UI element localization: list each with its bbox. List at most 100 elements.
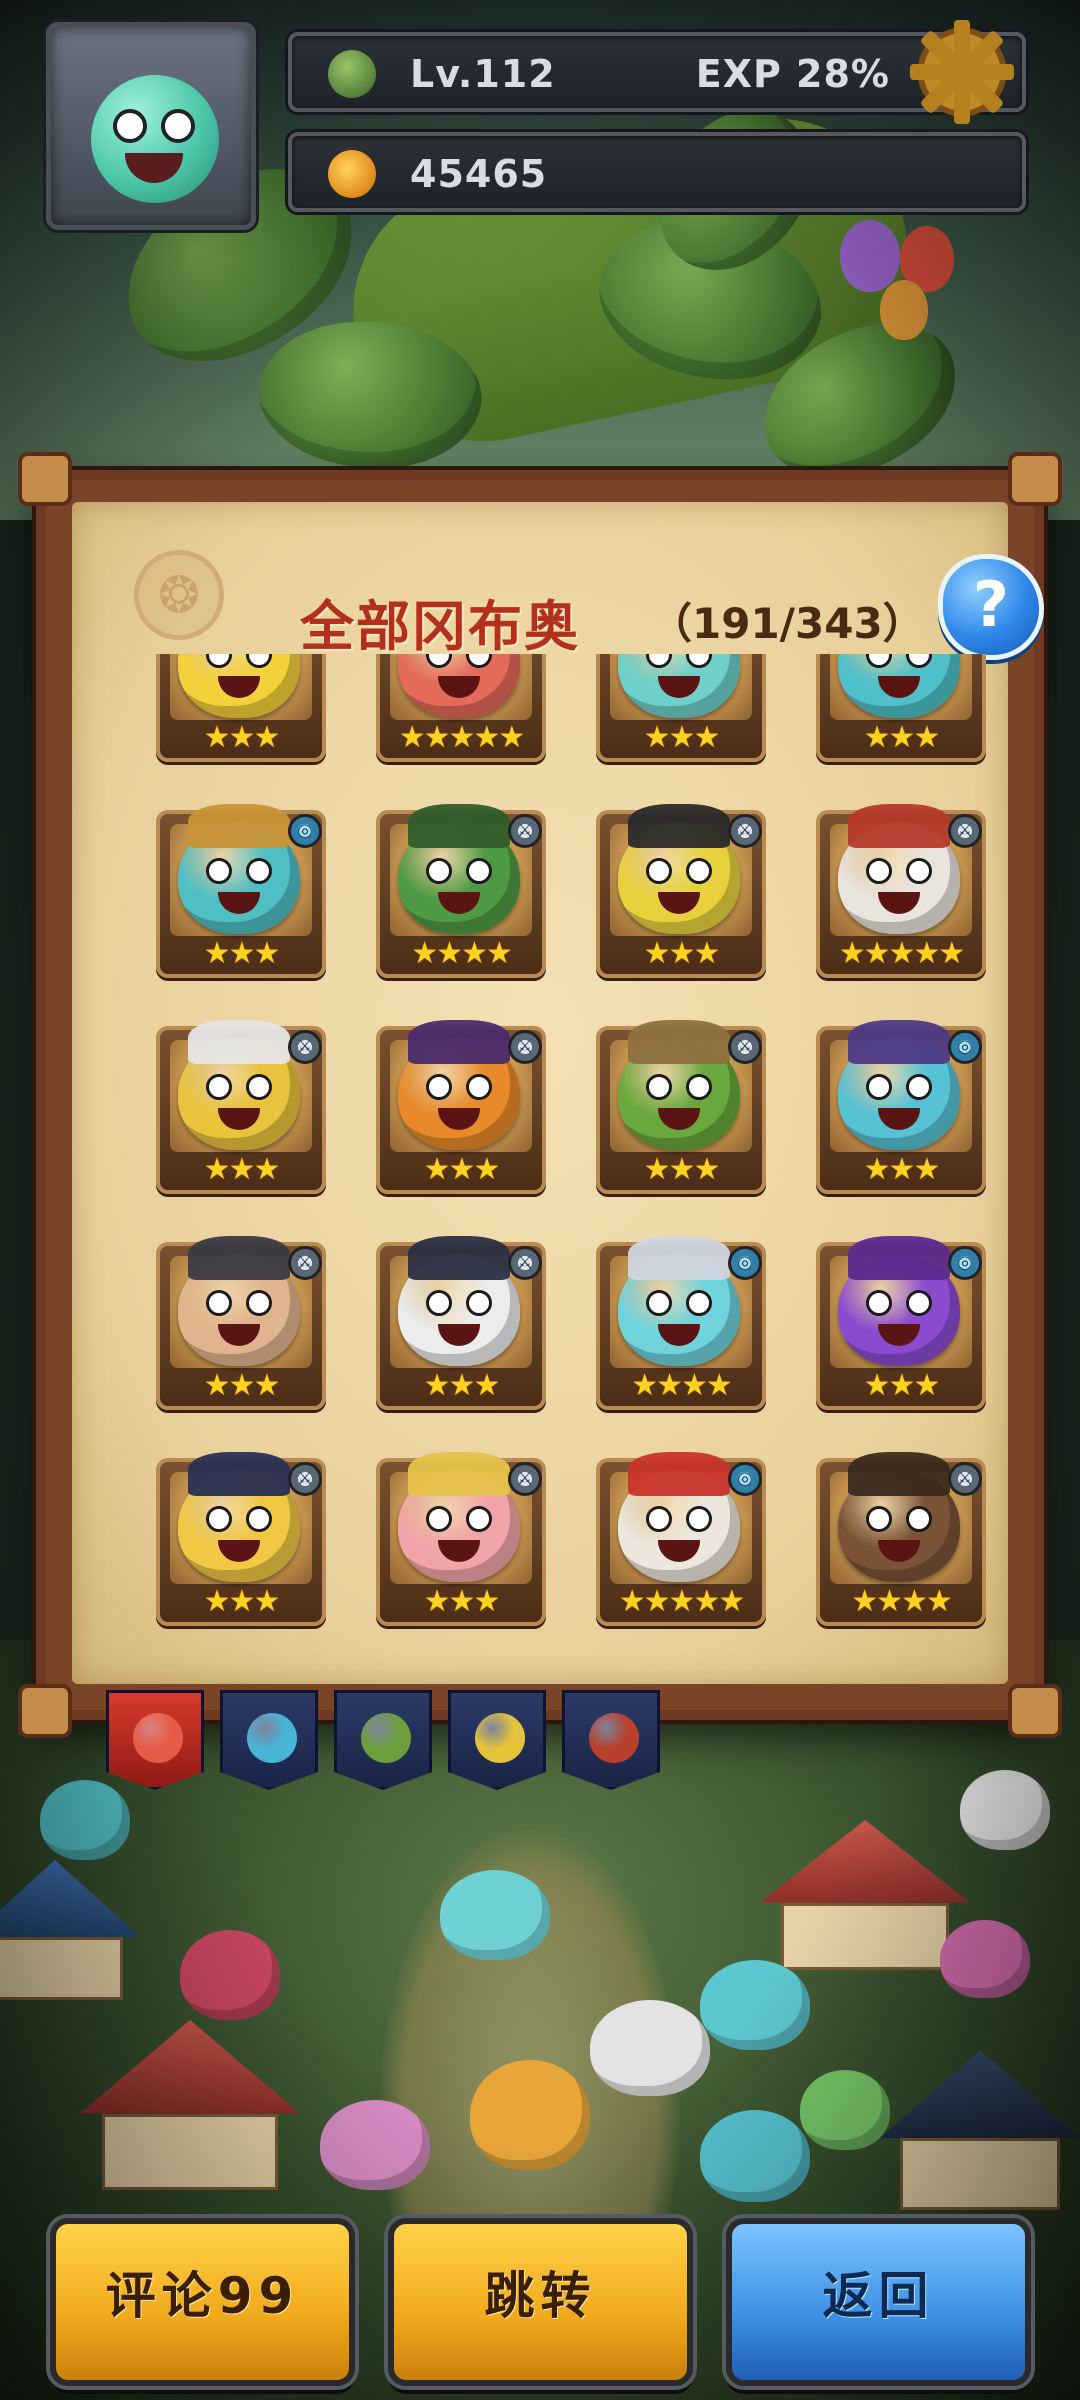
- village-monster: [470, 2060, 590, 2170]
- level-text: Lv.112: [410, 52, 556, 96]
- monster-card[interactable]: ★★★: [156, 654, 326, 762]
- village-monster: [440, 1870, 550, 1960]
- monster-portrait: [618, 1452, 740, 1582]
- tab-green[interactable]: [334, 1690, 432, 1790]
- warrior-class-icon: ⚔: [288, 1246, 322, 1280]
- monster-card[interactable]: ⚔ ★★★: [156, 1020, 326, 1194]
- monster-portrait: [178, 1020, 300, 1150]
- monster-card[interactable]: ◎ ★★★: [156, 804, 326, 978]
- star-rating: ★★★: [203, 1152, 281, 1187]
- warrior-class-icon: ⚔: [508, 814, 542, 848]
- village-monster: [320, 2100, 430, 2190]
- balloon: [880, 280, 928, 340]
- tab-yellow[interactable]: [448, 1690, 546, 1790]
- monster-card[interactable]: ◎ ★★★★★: [596, 1452, 766, 1626]
- settings-gear-icon[interactable]: [910, 20, 1014, 124]
- mage-class-icon: ◎: [948, 1030, 982, 1064]
- tab-monster-icon: [247, 1713, 297, 1763]
- star-rating: ★★★: [643, 936, 721, 971]
- comment-button[interactable]: 评论99: [50, 2218, 355, 2386]
- collection-count: （191/343）: [650, 599, 925, 648]
- star-rating: ★★★: [203, 720, 281, 755]
- monster-card[interactable]: ★★★★★: [376, 654, 546, 762]
- star-rating: ★★★: [423, 1584, 501, 1619]
- monster-card[interactable]: ★★★: [596, 654, 766, 762]
- mage-class-icon: ◎: [728, 1462, 762, 1496]
- warrior-class-icon: ⚔: [508, 1462, 542, 1496]
- star-rating: ★★★: [643, 1152, 721, 1187]
- monster-card[interactable]: ◎ ★★★★: [596, 1236, 766, 1410]
- mage-class-icon: ◎: [948, 1246, 982, 1280]
- tab-monster-icon: [589, 1713, 639, 1763]
- village-monster: [800, 2070, 890, 2150]
- collection-panel: ❂ 全部冈布奥 （191/343） ? ★★★ ★★★★★ ★★★ ★★★ ◎ ★★★ ⚔ ★…: [18, 452, 1062, 1738]
- village-house: [880, 2050, 1080, 2210]
- star-rating: ★★★: [203, 1584, 281, 1619]
- balloon: [840, 220, 900, 292]
- monster-portrait: [398, 804, 520, 934]
- monster-portrait: [618, 1236, 740, 1366]
- village-monster: [940, 1920, 1030, 1998]
- warrior-class-icon: ⚔: [508, 1030, 542, 1064]
- back-button[interactable]: 返回: [726, 2218, 1031, 2386]
- star-rating: ★★★★★: [398, 720, 525, 755]
- warrior-class-icon: ⚔: [948, 814, 982, 848]
- monster-card[interactable]: ⚔ ★★★: [596, 1020, 766, 1194]
- star-rating: ★★★★: [851, 1584, 953, 1619]
- warrior-class-icon: ⚔: [288, 1462, 322, 1496]
- tab-cyan[interactable]: [220, 1690, 318, 1790]
- star-rating: ★★★★★: [838, 936, 965, 971]
- monster-portrait: [398, 1236, 520, 1366]
- village-monster: [700, 2110, 810, 2202]
- star-rating: ★★★★: [411, 936, 513, 971]
- player-avatar[interactable]: [46, 22, 256, 230]
- parchment: ❂ 全部冈布奥 （191/343） ? ★★★ ★★★★★ ★★★ ★★★ ◎ ★★★ ⚔ ★…: [72, 502, 1044, 1684]
- star-rating: ★★★: [863, 1368, 941, 1403]
- fruit-currency-icon: [328, 150, 376, 198]
- help-button[interactable]: ?: [938, 554, 1044, 660]
- monster-card[interactable]: ⚔ ★★★: [376, 1452, 546, 1626]
- monster-portrait: [178, 1452, 300, 1582]
- tab-red[interactable]: [562, 1690, 660, 1790]
- star-rating: ★★★: [203, 936, 281, 971]
- tab-all[interactable]: [106, 1690, 204, 1790]
- monster-card[interactable]: ⚔ ★★★: [156, 1452, 326, 1626]
- monster-card[interactable]: ⚔ ★★★: [596, 804, 766, 978]
- monster-card[interactable]: ⚔ ★★★: [376, 1236, 546, 1410]
- star-rating: ★★★: [423, 1152, 501, 1187]
- warrior-class-icon: ⚔: [288, 1030, 322, 1064]
- star-rating: ★★★: [863, 1152, 941, 1187]
- resource-bar: 45465: [288, 132, 1026, 212]
- tab-monster-icon: [361, 1713, 411, 1763]
- monster-portrait: [618, 804, 740, 934]
- star-rating: ★★★: [423, 1368, 501, 1403]
- village-house: [760, 1820, 970, 1970]
- village-monster: [180, 1930, 280, 2020]
- village-monster: [960, 1770, 1050, 1850]
- panel-corner: [1008, 452, 1062, 506]
- exp-text: EXP 28%: [695, 52, 890, 96]
- monster-card[interactable]: ⚔ ★★★: [376, 1020, 546, 1194]
- panel-title: 全部冈布奥: [300, 595, 580, 658]
- star-rating: ★★★: [203, 1368, 281, 1403]
- monster-portrait: [838, 1452, 960, 1582]
- jump-button[interactable]: 跳转: [388, 2218, 693, 2386]
- monster-card[interactable]: ★★★: [816, 654, 986, 762]
- monster-grid: ★★★ ★★★★★ ★★★ ★★★ ◎ ★★★ ⚔ ★★★★ ⚔ ★★★ ⚔ ★★★★★ ⚔ ★★★ ⚔ ★★…: [156, 654, 1036, 1674]
- tab-monster-icon: [475, 1713, 525, 1763]
- star-rating: ★★★: [643, 720, 721, 755]
- monster-portrait: [838, 1020, 960, 1150]
- monster-card[interactable]: ◎ ★★★: [816, 1020, 986, 1194]
- monster-card[interactable]: ⚔ ★★★★★: [816, 804, 986, 978]
- monster-card[interactable]: ⚔ ★★★★: [376, 804, 546, 978]
- monster-portrait: [178, 804, 300, 934]
- monster-card[interactable]: ⚔ ★★★★: [816, 1452, 986, 1626]
- star-rating: ★★★★: [631, 1368, 733, 1403]
- panel-corner: [18, 452, 72, 506]
- monster-portrait: [178, 1236, 300, 1366]
- monster-portrait: [398, 1020, 520, 1150]
- star-rating: ★★★: [863, 720, 941, 755]
- monster-card[interactable]: ◎ ★★★: [816, 1236, 986, 1410]
- warrior-class-icon: ⚔: [948, 1462, 982, 1496]
- monster-card[interactable]: ⚔ ★★★: [156, 1236, 326, 1410]
